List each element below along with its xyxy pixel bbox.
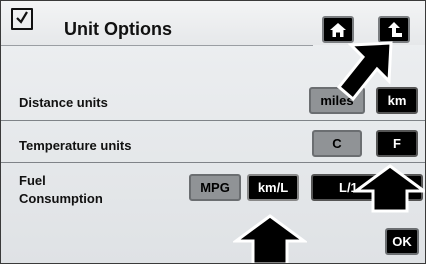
checkbox-checked-icon	[11, 8, 33, 30]
home-icon	[330, 22, 346, 37]
distance-units-label: Distance units	[19, 95, 108, 110]
celsius-button[interactable]: C	[312, 130, 362, 157]
pointer-arrow-icon	[233, 214, 307, 263]
page-title: Unit Options	[64, 19, 172, 39]
pointer-arrow-icon	[336, 41, 393, 102]
ok-button[interactable]: OK	[385, 228, 419, 255]
fahrenheit-button[interactable]: F	[376, 130, 418, 157]
fuel-consumption-label-line1: Fuel	[19, 173, 46, 188]
fuel-consumption-label-line2: Consumption	[19, 191, 103, 206]
km-per-liter-button[interactable]: km/L	[247, 174, 299, 201]
temperature-units-label: Temperature units	[19, 138, 132, 153]
pointer-arrow-icon	[353, 164, 425, 213]
back-arrow-icon	[388, 21, 402, 37]
mpg-button[interactable]: MPG	[189, 174, 241, 201]
header-divider	[1, 45, 313, 46]
unit-options-screen: Unit Options Distance units miles km Tem…	[0, 0, 426, 264]
temperature-units-row: Temperature units C F	[1, 121, 425, 163]
